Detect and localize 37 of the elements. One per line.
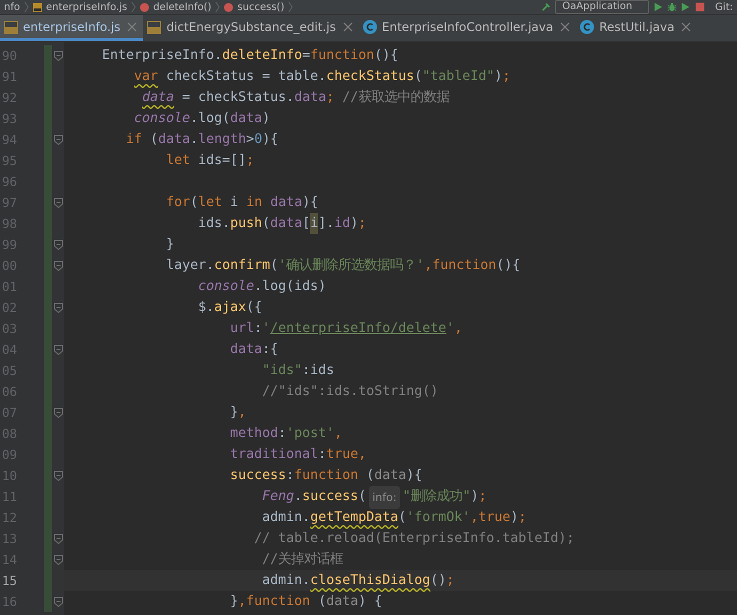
- editor-tab[interactable]: EnterpriseInfoController.java: [358, 15, 576, 41]
- code-line: EnterpriseInfo.deleteInfo=function(){: [101, 47, 398, 65]
- code-line: },function (data) {: [229, 593, 382, 611]
- code-line: method:'post',: [229, 425, 342, 443]
- code-line: $.ajax({: [197, 299, 262, 317]
- code-line: },: [229, 404, 246, 422]
- code-line: data:{: [229, 341, 278, 359]
- code-line: var checkStatus = table.checkStatus("tableId");: [133, 68, 510, 86]
- breadcrumb[interactable]: enterpriseInfo.js: [46, 2, 128, 12]
- code-line: for(let i in data){: [165, 194, 318, 212]
- code-line: //"ids":ids.toString(): [261, 383, 438, 401]
- run-configuration-dropdown[interactable]: OaApplication: [555, 0, 650, 14]
- code-line: Feng.success( info: "删除成功");: [70, 486, 487, 507]
- line-number: 15: [1, 572, 18, 590]
- code-line: ids.push(data[i].id);: [70, 213, 366, 234]
- vcs-label: Git:: [715, 2, 733, 12]
- code-line: layer.confirm('确认删除所选数据吗？',function(){: [165, 257, 520, 275]
- code-line: admin.closeThisDialog();: [261, 572, 454, 590]
- code-line: url:'/enterpriseInfo/delete',: [229, 320, 462, 338]
- editor-tab[interactable]: enterpriseInfo.js: [0, 15, 144, 41]
- code-line: let ids=[];: [165, 152, 254, 170]
- code-line: // table.reload(EnterpriseInfo.tableId);: [253, 530, 574, 548]
- breadcrumb[interactable]: nfo: [4, 2, 20, 12]
- editor-tab[interactable]: dictEnergySubstance_edit.js: [143, 15, 359, 41]
- breadcrumb[interactable]: success(): [237, 2, 284, 12]
- code-line: console.log(ids): [197, 278, 326, 296]
- code-line: data = checkStatus.data; //获取选中的数据: [141, 88, 450, 107]
- code-line: }: [165, 236, 174, 254]
- code-line: console.log(data): [133, 110, 270, 128]
- code-line: if (data.length>0){: [125, 131, 278, 149]
- editor-tab[interactable]: RestUtil.java: [576, 15, 698, 41]
- breadcrumb[interactable]: deleteInfo(): [153, 2, 212, 12]
- code-line: "ids":ids: [261, 362, 334, 380]
- code-line: admin.getTempData('formOk',true);: [261, 509, 526, 527]
- code-line: traditional:true,: [229, 446, 366, 464]
- code-line: success:function (data){: [229, 467, 422, 485]
- code-line: //关掉对话框: [261, 550, 344, 569]
